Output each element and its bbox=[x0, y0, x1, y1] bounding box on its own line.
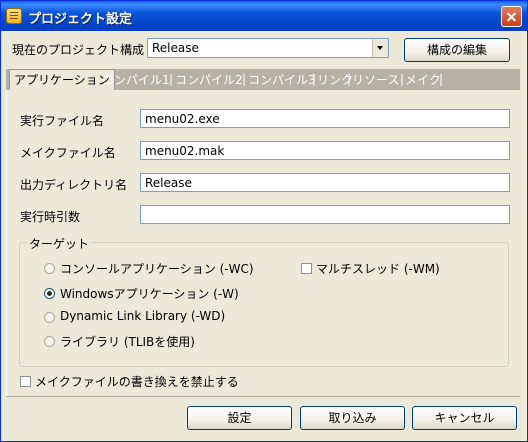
config-label: 現在のプロジェクト構成 bbox=[12, 43, 145, 57]
divider bbox=[6, 396, 520, 397]
tab-separator: | bbox=[439, 72, 444, 86]
prohibit-rewrite-label: メイクファイルの書き換えを禁止する bbox=[35, 375, 239, 389]
radio-console-app-label: コンソールアプリケーション (-WC) bbox=[60, 262, 254, 276]
makefile-name-input[interactable]: menu02.mak bbox=[140, 141, 510, 160]
target-group-title: ターゲット bbox=[27, 235, 92, 252]
multithread-checkbox[interactable] bbox=[301, 263, 312, 274]
tab-resource[interactable]: リソース bbox=[350, 71, 401, 89]
output-dir-value: Release bbox=[145, 176, 192, 190]
output-dir-label: 出力ディレクトリ名 bbox=[20, 178, 128, 192]
multithread-label: マルチスレッド (-WM) bbox=[316, 262, 440, 276]
cancel-button[interactable]: キャンセル bbox=[412, 406, 517, 430]
window-title: プロジェクト設定 bbox=[28, 12, 133, 27]
config-select[interactable]: Release bbox=[147, 38, 389, 58]
tab-compile2[interactable]: コンパイル2 bbox=[173, 71, 245, 89]
output-dir-input[interactable]: Release bbox=[140, 173, 510, 192]
radio-windows-app-label: Windowsアプリケーション (-W) bbox=[60, 287, 239, 301]
radio-console-app[interactable] bbox=[44, 263, 55, 274]
tab-compile3[interactable]: コンパイル3 bbox=[246, 71, 318, 89]
tab-make[interactable]: メイク bbox=[403, 71, 443, 89]
prohibit-rewrite-checkbox[interactable] bbox=[20, 376, 31, 387]
config-select-value: Release bbox=[152, 41, 199, 55]
title-bar[interactable]: プロジェクト設定 bbox=[1, 1, 527, 31]
exe-name-input[interactable]: menu02.exe bbox=[140, 109, 510, 128]
tab-strip: アプリケーション コンパイル1 | コンパイル2 | コンパイル3 | リンク … bbox=[6, 69, 520, 90]
tab-application[interactable]: アプリケーション bbox=[9, 69, 115, 90]
radio-library[interactable] bbox=[44, 336, 55, 347]
import-button[interactable]: 取り込み bbox=[300, 406, 405, 430]
tab-compile1[interactable]: コンパイル1 bbox=[100, 71, 172, 89]
makefile-name-label: メイクファイル名 bbox=[20, 146, 116, 160]
radio-dll[interactable] bbox=[44, 312, 55, 323]
app-icon bbox=[6, 8, 22, 24]
close-button[interactable] bbox=[501, 6, 522, 27]
exe-name-value: menu02.exe bbox=[145, 112, 220, 126]
radio-library-label: ライブラリ (TLIBを使用) bbox=[60, 335, 195, 349]
runtime-args-input[interactable] bbox=[140, 205, 510, 224]
makefile-name-value: menu02.mak bbox=[145, 144, 225, 158]
ok-button[interactable]: 設定 bbox=[187, 406, 292, 430]
radio-windows-app[interactable] bbox=[44, 288, 55, 299]
project-settings-dialog: プロジェクト設定 現在のプロジェクト構成 Release 構成の編集 アプリケー… bbox=[0, 0, 528, 442]
edit-config-button[interactable]: 構成の編集 bbox=[404, 38, 510, 62]
chevron-down-icon[interactable] bbox=[372, 39, 388, 57]
runtime-args-label: 実行時引数 bbox=[20, 210, 81, 224]
radio-dll-label: Dynamic Link Library (-WD) bbox=[60, 309, 226, 323]
exe-name-label: 実行ファイル名 bbox=[20, 114, 105, 128]
